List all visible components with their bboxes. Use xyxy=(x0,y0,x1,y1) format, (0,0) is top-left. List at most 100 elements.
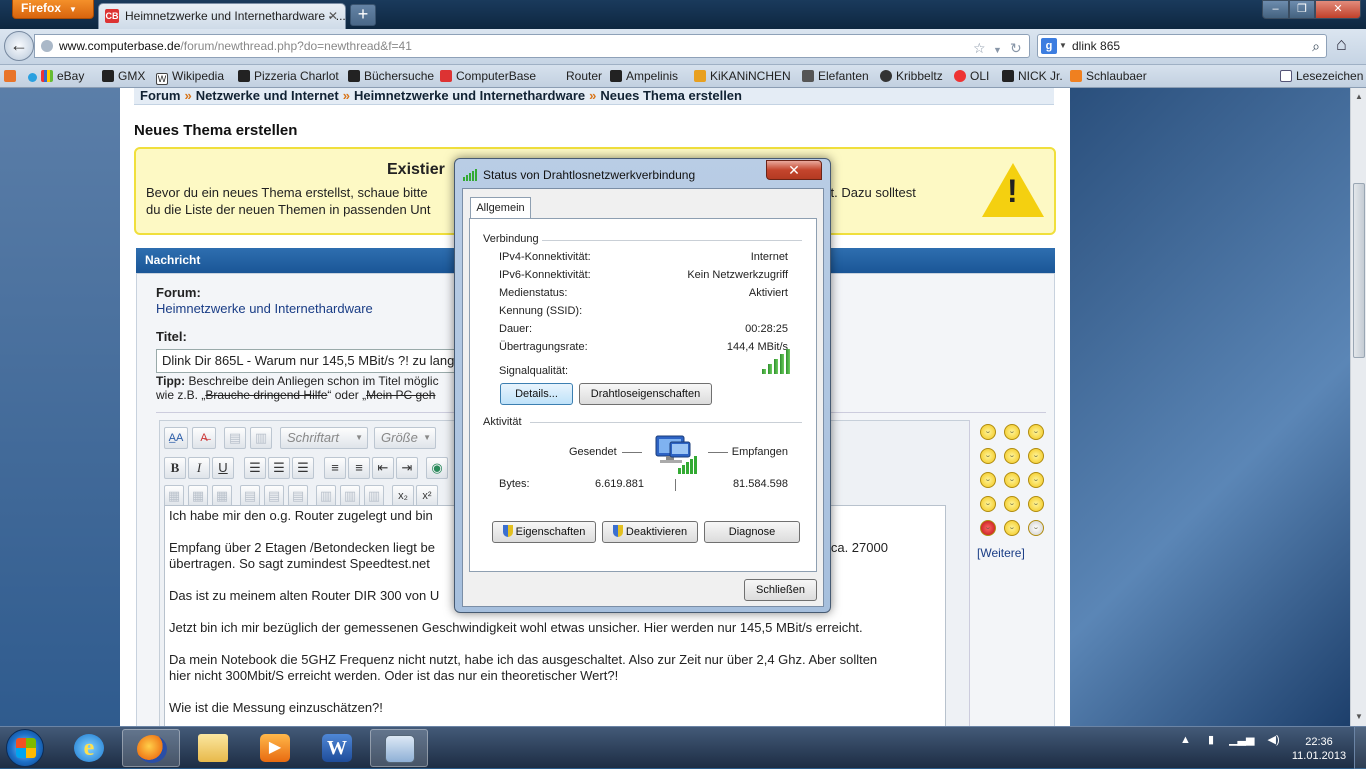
volume-icon[interactable]: ◀) xyxy=(1268,734,1280,746)
taskbar-word[interactable]: W xyxy=(308,729,366,767)
delete-col-icon[interactable]: ▥ xyxy=(340,485,360,507)
bookmarks-menu-button[interactable]: Lesezeichen xyxy=(1280,69,1363,83)
confused-icon[interactable]: ᵕ xyxy=(1004,448,1020,464)
url-dropdown-icon[interactable]: ▼ xyxy=(993,39,1002,61)
laugh-icon[interactable]: ᵕ xyxy=(1004,472,1020,488)
insert-col-icon[interactable]: ▥ xyxy=(316,485,336,507)
more-smilies-link[interactable]: [Weitere] xyxy=(977,546,1025,560)
wireless-properties-button[interactable]: Drahtloseigenschaften xyxy=(579,383,712,405)
show-desktop-button[interactable] xyxy=(1354,727,1366,769)
start-button[interactable] xyxy=(6,729,44,767)
page-scrollbar[interactable]: ▲ ▼ xyxy=(1350,88,1366,726)
dialog-close-button[interactable]: ✕ xyxy=(766,160,822,180)
sick-icon[interactable]: ᵕ xyxy=(980,472,996,488)
window-close-button[interactable]: ✕ xyxy=(1315,0,1361,19)
ordered-list-icon[interactable]: ≡ xyxy=(324,457,346,479)
search-input[interactable]: dlink 865 xyxy=(1072,39,1120,53)
most-visited-icon[interactable] xyxy=(4,69,20,83)
smile-icon[interactable]: ᵕ xyxy=(980,424,996,440)
forum-link[interactable]: Heimnetzwerke und Internethardware xyxy=(156,301,373,316)
align-left-icon[interactable]: ☰ xyxy=(244,457,266,479)
tab-close-icon[interactable]: ✕ xyxy=(328,4,338,28)
surprised-icon[interactable]: ᵕ xyxy=(1028,520,1044,536)
new-tab-button[interactable]: + xyxy=(350,4,376,26)
taskbar-network-status[interactable] xyxy=(370,729,428,767)
devil-icon[interactable]: ᵕ xyxy=(1028,496,1044,512)
google-icon[interactable]: g xyxy=(1041,38,1057,54)
bookmark-gmx[interactable]: GMX xyxy=(102,69,145,83)
happy-icon[interactable]: ᵕ xyxy=(980,448,996,464)
back-button[interactable]: ← xyxy=(4,31,34,61)
size-select[interactable]: Größe ▼ xyxy=(374,427,436,449)
wink-icon[interactable]: ᵕ xyxy=(1028,424,1044,440)
font-select[interactable]: Schriftart ▼ xyxy=(280,427,368,449)
link-icon[interactable]: ◉ xyxy=(426,457,448,479)
taskbar-firefox[interactable] xyxy=(122,729,180,767)
title-input[interactable]: Dlink Dir 865L - Warum nur 145,5 MBit/s … xyxy=(156,349,486,373)
split-icon[interactable]: ▥ xyxy=(364,485,384,507)
taskbar-ie[interactable]: e xyxy=(60,729,118,767)
home-icon[interactable]: ⌂ xyxy=(1336,34,1347,55)
bookmark-wikipedia[interactable]: W Wikipedia xyxy=(156,69,224,85)
remove-format-button[interactable]: A̶ xyxy=(192,427,216,449)
unordered-list-icon[interactable]: ≡ xyxy=(348,457,370,479)
breadcrumb-netzwerke[interactable]: Netzwerke und Internet xyxy=(196,88,339,103)
scroll-up-icon[interactable]: ▲ xyxy=(1355,92,1363,101)
outdent-icon[interactable]: ⇤ xyxy=(372,457,394,479)
tray-expand-icon[interactable]: ▲ xyxy=(1180,734,1191,746)
bookmark-router[interactable]: Router xyxy=(550,69,602,83)
minimize-button[interactable]: – xyxy=(1262,0,1289,19)
paste-icon[interactable]: ▤ xyxy=(224,427,246,449)
browser-tab[interactable]: CB Heimnetzwerke und Internethardware - … xyxy=(98,3,346,29)
bold-button[interactable]: B xyxy=(164,457,186,479)
reload-icon[interactable]: ↻ xyxy=(1010,37,1022,59)
battery-icon[interactable]: ▮ xyxy=(1208,734,1214,746)
table-row-icon[interactable]: ▦ xyxy=(188,485,208,507)
cool-icon[interactable]: ᵕ xyxy=(1028,448,1044,464)
sad-icon[interactable]: ᵕ xyxy=(1028,472,1044,488)
scroll-down-icon[interactable]: ▼ xyxy=(1355,712,1363,721)
delete-row-icon[interactable]: ▤ xyxy=(264,485,284,507)
eek-icon[interactable]: ᵕ xyxy=(1004,496,1020,512)
search-icon[interactable]: ⌕ xyxy=(1312,35,1320,57)
tab-general[interactable]: Allgemein xyxy=(470,197,531,219)
bookmark-kribbeltz[interactable]: Kribbeltz xyxy=(880,69,943,83)
table-col-icon[interactable]: ▦ xyxy=(212,485,232,507)
scrollbar-thumb[interactable] xyxy=(1353,183,1365,358)
merge-icon[interactable]: ▤ xyxy=(288,485,308,507)
bookmark-schlaubaer[interactable]: Schlaubaer xyxy=(1070,69,1147,83)
align-center-icon[interactable]: ☰ xyxy=(268,457,290,479)
firefox-menu-button[interactable]: Firefox ▼ xyxy=(12,0,94,19)
bookmark-star-icon[interactable]: ☆ xyxy=(973,37,986,59)
diagnose-button[interactable]: Diagnose xyxy=(704,521,800,543)
wifi-signal-icon[interactable]: ▁▃▅ xyxy=(1229,734,1254,746)
big-grin-icon[interactable]: ᵕ xyxy=(980,496,996,512)
bookmark-computerbase[interactable]: ComputerBase xyxy=(440,69,536,83)
switch-mode-button[interactable]: A̲A xyxy=(164,427,188,449)
mad-icon[interactable]: ᵕ xyxy=(1004,520,1020,536)
breadcrumb-heimnetzwerke[interactable]: Heimnetzwerke und Internethardware xyxy=(354,88,585,103)
paste-text-icon[interactable]: ▥ xyxy=(250,427,272,449)
maximize-button[interactable]: ❐ xyxy=(1289,0,1315,19)
taskbar-media-player[interactable]: ▶ xyxy=(246,729,304,767)
bookmark-nickjr[interactable]: NICK Jr. xyxy=(1002,69,1063,83)
bookmark-ebay[interactable]: eBay xyxy=(28,69,84,83)
details-button[interactable]: Details... xyxy=(500,383,573,405)
indent-icon[interactable]: ⇥ xyxy=(396,457,418,479)
bookmark-kikaninchen[interactable]: KiKANiNCHEN xyxy=(694,69,791,83)
bookmark-oli[interactable]: OLI xyxy=(954,69,989,83)
grin-icon[interactable]: ᵕ xyxy=(1004,424,1020,440)
search-bar[interactable]: g ▼ dlink 865 ⌕ xyxy=(1037,34,1327,58)
align-right-icon[interactable]: ☰ xyxy=(292,457,314,479)
subscript-button[interactable]: x₂ xyxy=(392,485,414,507)
breadcrumb-forum[interactable]: Forum xyxy=(140,88,180,103)
url-bar[interactable]: www.computerbase.de/forum/newthread.php?… xyxy=(34,34,1030,58)
dialog-close-text-button[interactable]: Schließen xyxy=(744,579,817,601)
properties-button[interactable]: Eigenschaften xyxy=(492,521,596,543)
bookmark-ampelinis[interactable]: Ampelinis xyxy=(610,69,678,83)
clock[interactable]: 22:36 11.01.2013 xyxy=(1282,735,1356,763)
table-icon[interactable]: ▦ xyxy=(164,485,184,507)
bookmark-elefanten[interactable]: Elefanten xyxy=(802,69,869,83)
angry-icon[interactable]: ᵕ xyxy=(980,520,996,536)
italic-button[interactable]: I xyxy=(188,457,210,479)
